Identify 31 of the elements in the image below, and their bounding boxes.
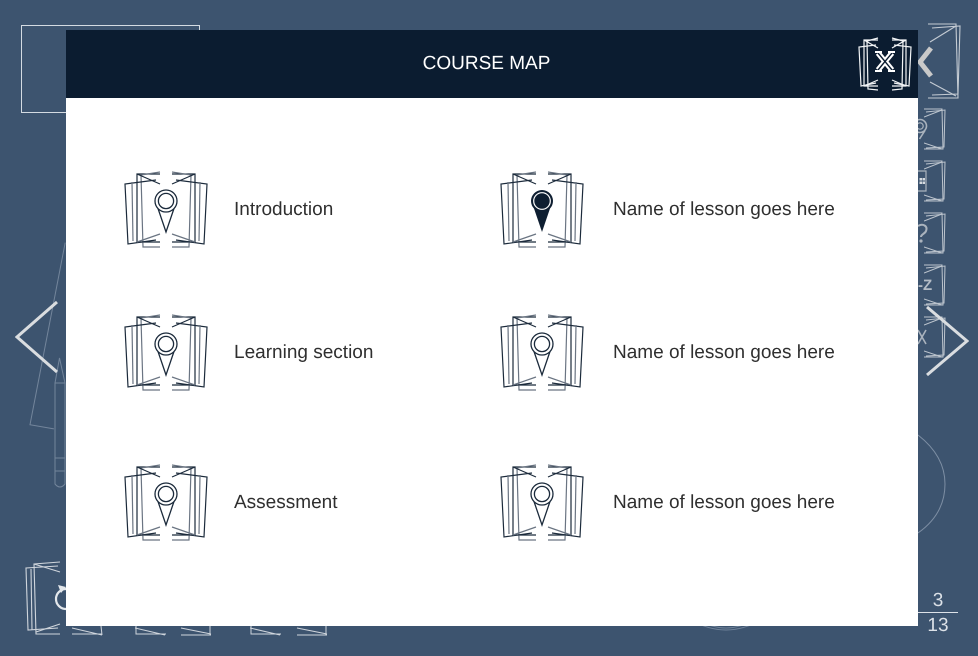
bracket-frame-icon: [924, 159, 946, 203]
page-number: 3: [932, 590, 944, 611]
lesson-link[interactable]: Name of lesson goes here: [500, 463, 835, 543]
next-button[interactable]: [925, 305, 969, 377]
question-tile-button[interactable]: [918, 211, 946, 255]
lesson-link[interactable]: Name of lesson goes here: [500, 170, 835, 250]
chevron-tile-icon: [918, 22, 962, 100]
bracket-frame-icon: [924, 211, 946, 255]
bracket-frame-icon: [924, 315, 946, 359]
cross-tile-button[interactable]: [918, 315, 946, 359]
bracket-frame-icon: [924, 107, 946, 151]
lesson-link[interactable]: Name of lesson goes here: [500, 313, 835, 393]
lesson-link[interactable]: Learning section: [124, 313, 374, 393]
close-button[interactable]: [858, 36, 912, 92]
cross-icon: [918, 329, 927, 345]
chevron-right-icon: [925, 305, 969, 377]
page-total: 13: [927, 615, 949, 636]
tile-edge-drawing: [72, 626, 103, 636]
text-tile-button[interactable]: -Z: [918, 263, 946, 307]
lesson-link[interactable]: Introduction: [124, 170, 334, 250]
chevron-left-icon: [15, 300, 59, 374]
pin-tile-button[interactable]: [918, 107, 946, 151]
grid-tile-button[interactable]: [918, 159, 946, 203]
back-button[interactable]: [918, 22, 962, 100]
dialog-title: COURSE MAP: [422, 53, 550, 75]
pin-icon: [918, 118, 928, 140]
previous-button[interactable]: [15, 300, 59, 374]
question-icon: [918, 223, 928, 243]
lesson-link[interactable]: Assessment: [124, 463, 338, 543]
close-icon: [858, 36, 912, 92]
grid-icon: [918, 170, 927, 192]
